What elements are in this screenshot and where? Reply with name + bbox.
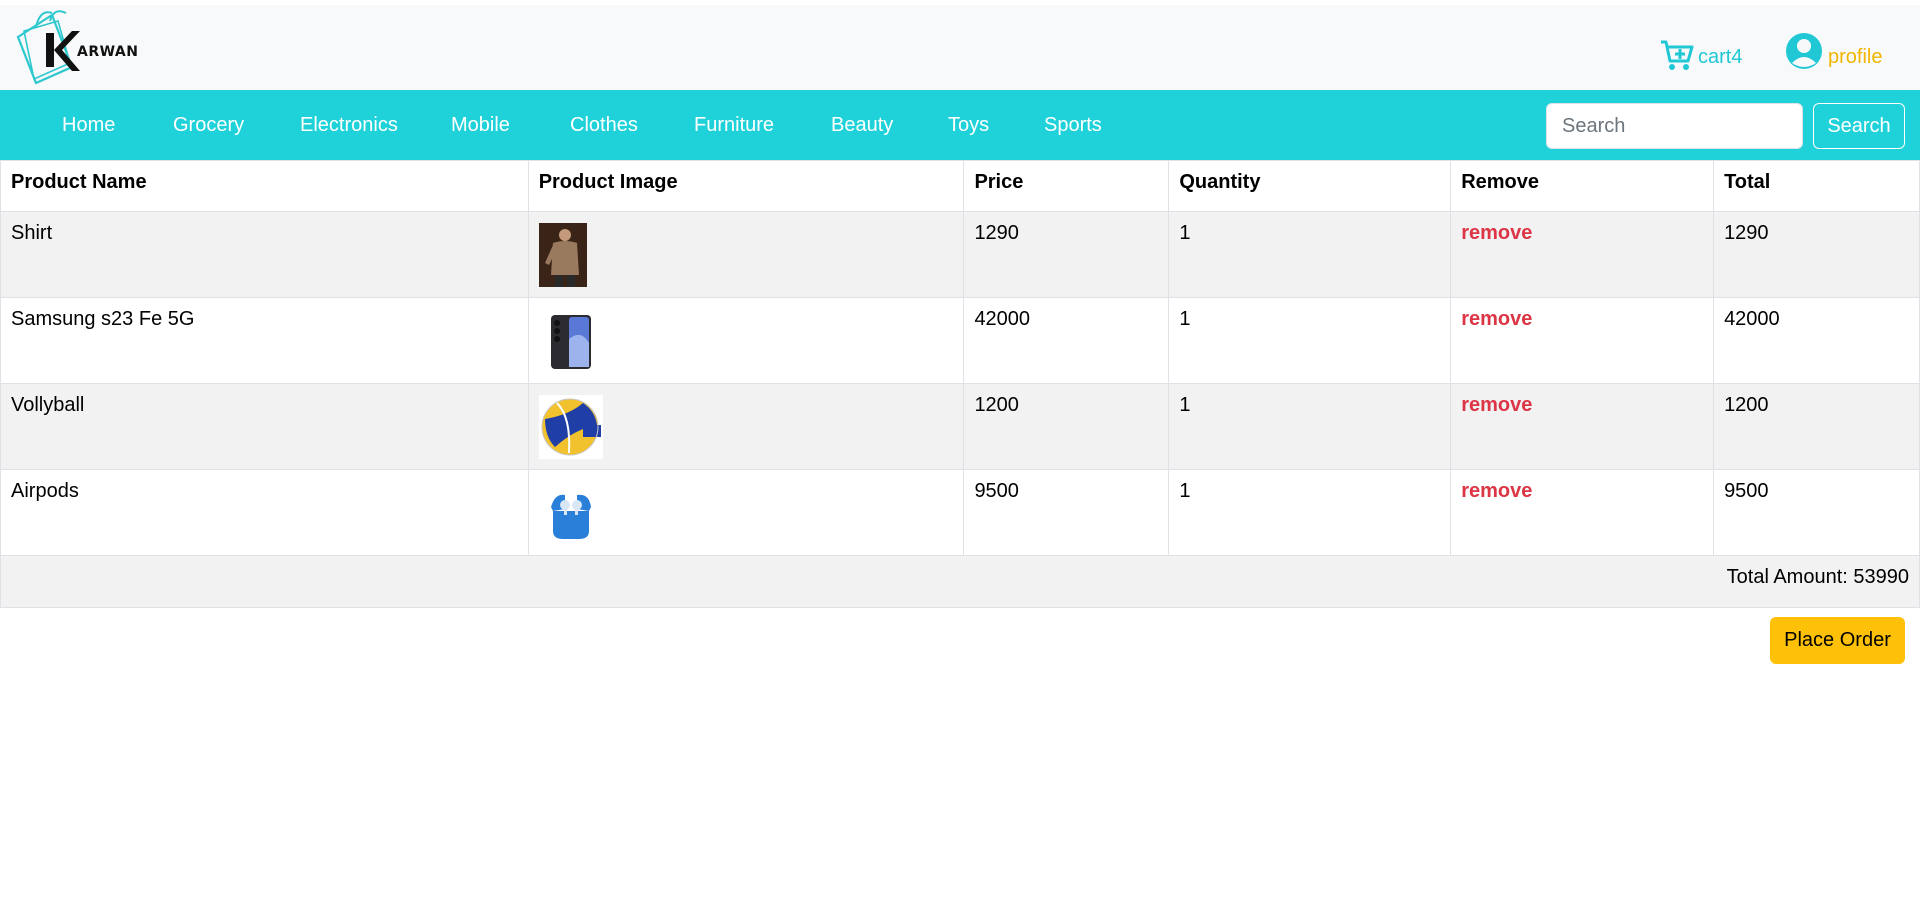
table-header-row: Product Name Product Image Price Quantit… [0,160,1920,212]
remove-cell: remove [1450,383,1715,470]
column-header-total: Total [1713,160,1920,212]
column-header-product-image: Product Image [527,160,965,212]
price-cell: 9500 [963,469,1170,556]
table-row: Shirt 1290 1 remove 1290 [0,211,1920,298]
total-cell: 1290 [1713,211,1920,298]
nav-item-furniture[interactable]: Furniture [694,90,774,160]
search-input[interactable] [1546,103,1803,149]
brand-logo-text: ARWAN [77,44,139,60]
column-header-quantity: Quantity [1168,160,1452,212]
product-name-cell: Samsung s23 Fe 5G [0,297,529,384]
shirt-product-image [538,223,587,287]
product-name-cell: Vollyball [0,383,529,470]
nav-item-mobile[interactable]: Mobile [451,90,510,160]
cart-link[interactable]: cart4 [1660,31,1742,71]
product-image-cell [527,383,965,470]
price-cell: 1200 [963,383,1170,470]
category-navbar: Home Grocery Electronics Mobile Clothes … [0,90,1920,160]
remove-cell: remove [1450,211,1715,298]
column-header-remove: Remove [1450,160,1715,212]
remove-link[interactable]: remove [1461,308,1532,330]
nav-item-sports[interactable]: Sports [1044,90,1102,160]
remove-link[interactable]: remove [1461,394,1532,416]
product-name-cell: Shirt [0,211,529,298]
column-header-product-name: Product Name [0,160,529,212]
quantity-cell: 1 [1168,211,1452,298]
remove-link[interactable]: remove [1461,480,1532,502]
nav-item-clothes[interactable]: Clothes [570,90,638,160]
nav-item-electronics[interactable]: Electronics [300,90,398,160]
remove-cell: remove [1450,469,1715,556]
airpods-product-image [550,494,591,539]
top-header: ARWAN cart4 profile [0,5,1920,90]
quantity-cell: 1 [1168,383,1452,470]
nav-item-grocery[interactable]: Grocery [173,90,244,160]
quantity-cell: 1 [1168,297,1452,384]
product-image-cell [527,211,965,298]
total-cell: 42000 [1713,297,1920,384]
total-cell: 1200 [1713,383,1920,470]
table-row: Samsung s23 Fe 5G 42000 1 remove 42000 [0,297,1920,384]
column-header-price: Price [963,160,1170,212]
price-cell: 42000 [963,297,1170,384]
remove-cell: remove [1450,297,1715,384]
cart-table: Product Name Product Image Price Quantit… [0,160,1920,608]
remove-link[interactable]: remove [1461,222,1532,244]
profile-link[interactable]: profile [1784,27,1882,71]
cart-label: cart4 [1698,46,1743,68]
nav-item-beauty[interactable]: Beauty [831,90,893,160]
phone-product-image [550,315,591,369]
search-button[interactable]: Search [1813,103,1905,149]
quantity-cell: 1 [1168,469,1452,556]
product-image-cell [527,297,965,384]
price-cell: 1290 [963,211,1170,298]
table-row: Airpods 9500 1 remove 9500 [0,469,1920,556]
product-name-cell: Airpods [0,469,529,556]
nav-item-home[interactable]: Home [62,90,115,160]
user-circle-icon [1786,33,1822,69]
nav-item-toys[interactable]: Toys [948,90,989,160]
place-order-button[interactable]: Place Order [1770,617,1905,664]
total-amount: Total Amount: 53990 [0,555,1920,608]
table-row: Vollyball 1200 1 remove 1200 [0,383,1920,470]
brand-logo[interactable]: ARWAN [14,7,138,85]
total-cell: 9500 [1713,469,1920,556]
volleyball-product-image [538,395,603,459]
profile-label: profile [1828,46,1883,68]
cart-plus-icon [1661,40,1694,70]
product-image-cell [527,469,965,556]
total-row: Total Amount: 53990 [0,555,1920,608]
